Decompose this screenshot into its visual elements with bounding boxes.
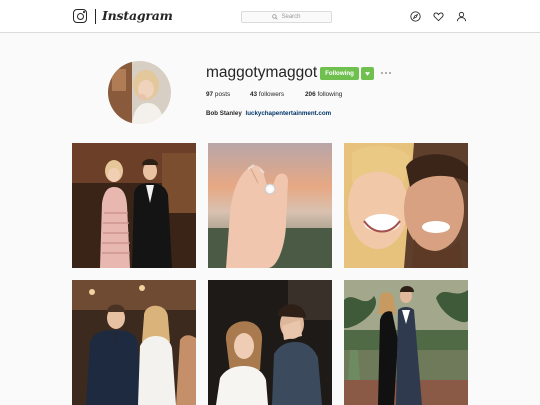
more-options-button[interactable] bbox=[380, 68, 392, 78]
post-thumbnail[interactable] bbox=[208, 280, 332, 405]
post-thumbnail[interactable] bbox=[72, 280, 196, 405]
person-icon[interactable] bbox=[456, 11, 467, 22]
search-input[interactable]: Search bbox=[241, 11, 332, 23]
following-count[interactable]: 206 following bbox=[305, 91, 342, 98]
followers-count[interactable]: 43 followers bbox=[250, 91, 284, 98]
heart-icon[interactable] bbox=[433, 11, 444, 22]
dot bbox=[381, 72, 384, 74]
post-thumbnail[interactable] bbox=[208, 143, 332, 268]
chevron-down-icon bbox=[365, 71, 370, 76]
profile-website-link[interactable]: luckychapentertainment.com bbox=[246, 110, 332, 117]
top-navigation-bar: Instagram Search bbox=[0, 0, 540, 33]
instagram-logo-icon[interactable] bbox=[73, 9, 87, 23]
instagram-wordmark[interactable]: Instagram bbox=[102, 8, 173, 23]
post-thumbnail[interactable] bbox=[344, 280, 468, 405]
search-placeholder: Search bbox=[281, 14, 301, 20]
search-icon bbox=[272, 14, 279, 20]
posts-count: 97 posts bbox=[206, 91, 231, 98]
dot bbox=[388, 72, 391, 74]
profile-avatar[interactable] bbox=[108, 61, 171, 124]
follow-dropdown-button[interactable] bbox=[361, 67, 374, 80]
profile-username: maggotymaggot bbox=[206, 64, 318, 81]
logo-divider bbox=[95, 9, 96, 24]
post-thumbnail[interactable] bbox=[344, 143, 468, 268]
dot bbox=[385, 72, 387, 74]
profile-full-name: Bob Stanley bbox=[206, 110, 242, 117]
compass-icon[interactable] bbox=[410, 11, 421, 22]
post-thumbnail[interactable] bbox=[72, 143, 196, 268]
profile-bio: Bob Stanley luckychapentertainment.com bbox=[206, 110, 331, 117]
following-button[interactable]: Following bbox=[320, 67, 359, 80]
